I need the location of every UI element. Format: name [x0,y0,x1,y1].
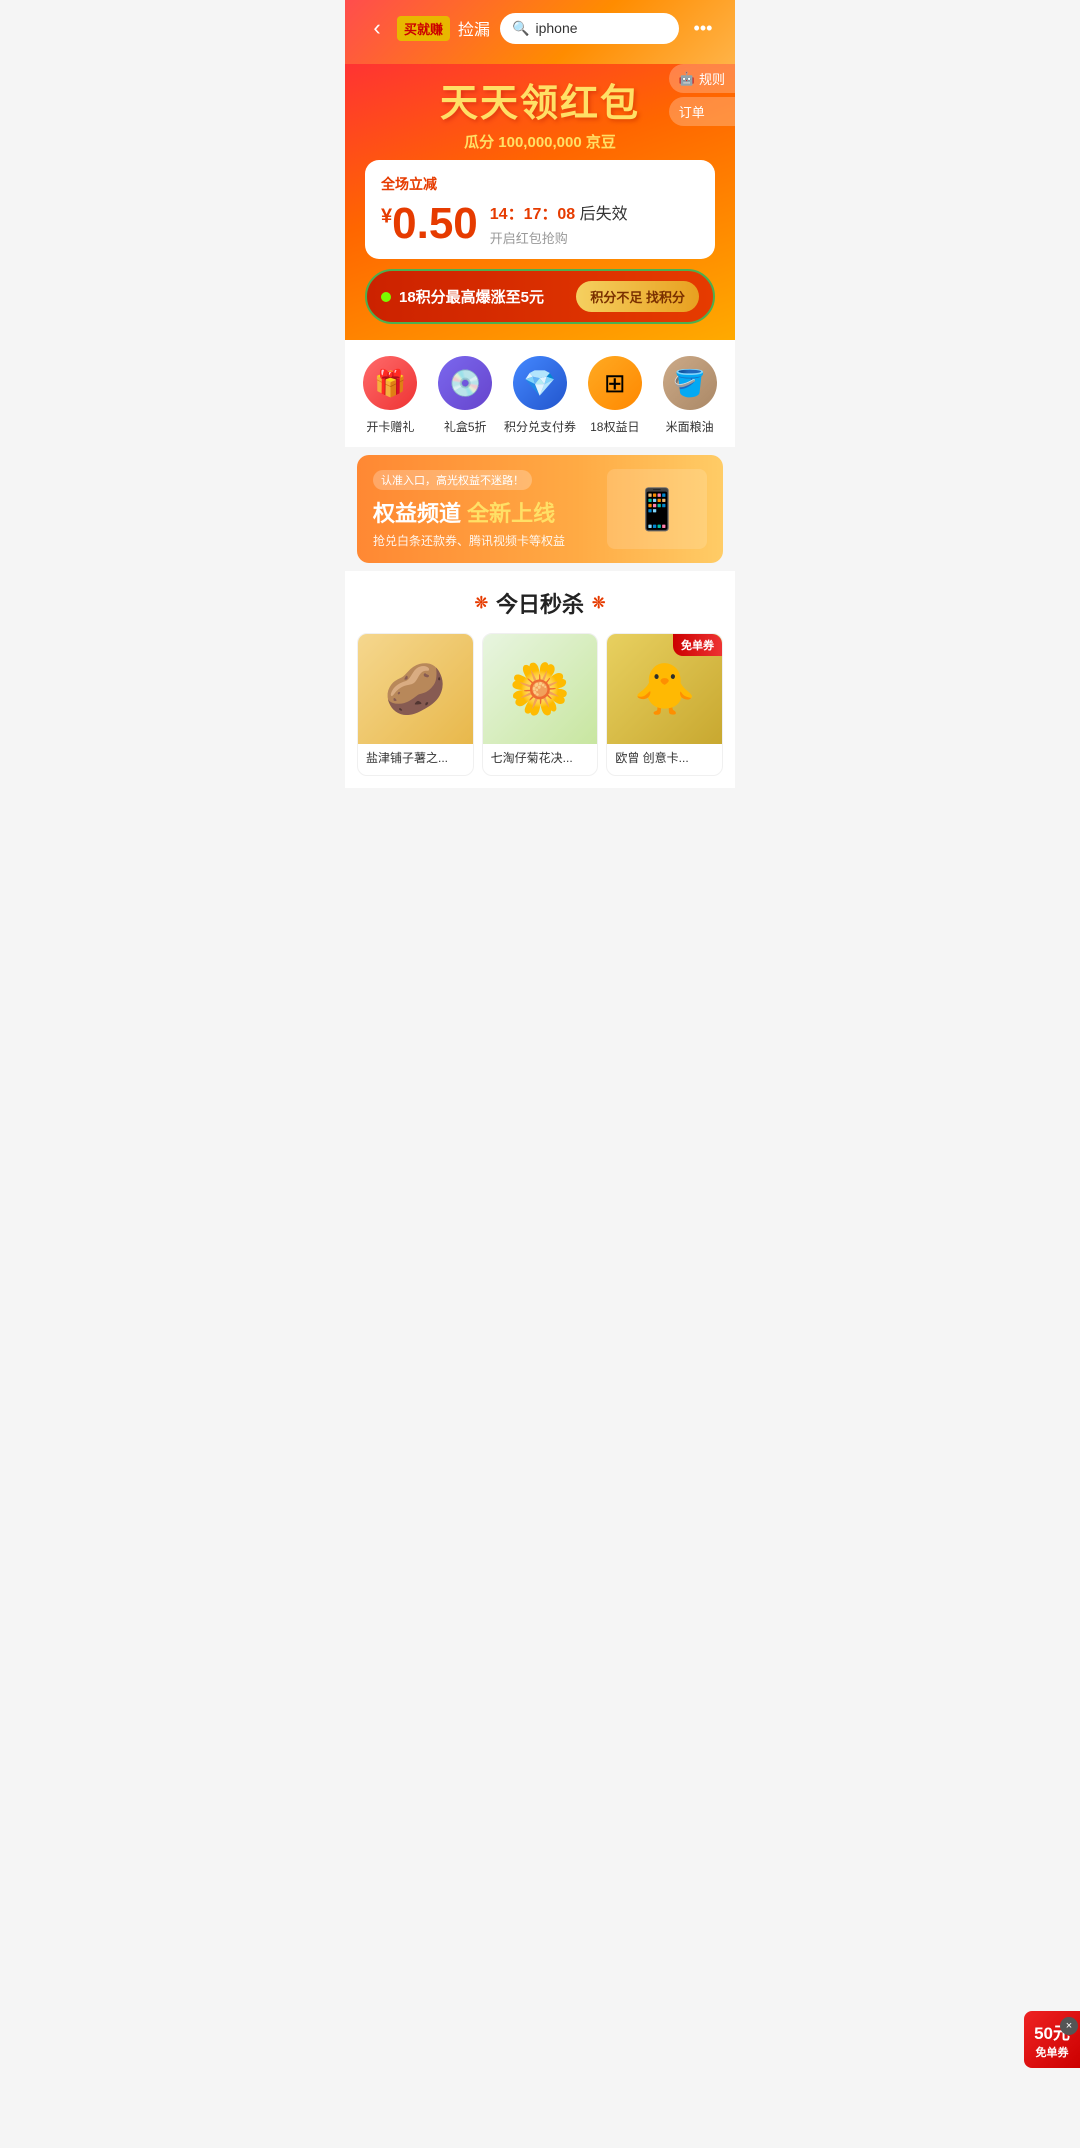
quick-icon-item-4[interactable]: 🪣 米面粮油 [655,356,725,435]
banner-main-title: 天天领红包 [361,72,719,127]
header-top: ‹ 买就赚 捡漏 🔍 iphone ••• [361,12,719,44]
more-button[interactable]: ••• [687,12,719,44]
floating-coupon-close[interactable]: × [1060,2017,1078,2035]
product-image-1: 🌼 [483,634,598,744]
benefits-day-icon: ⊞ [588,356,642,410]
free-coupon-badge: 免单券 [673,634,722,656]
product-name-2: 欧曾 创意卡... [607,744,722,775]
quick-icon-label-2: 积分兑支付券 [504,418,576,435]
points-dot [381,292,391,302]
deco-right: ❊ [592,593,605,613]
gift-box-icon: 💿 [438,356,492,410]
flash-sale-title: ❊ 今日秒杀 ❊ [357,587,723,619]
nav-text[interactable]: 捡漏 [458,16,490,40]
promo-tag: 认准入口，高光权益不迷路！ [373,470,532,490]
floating-coupon-label: 免单券 [1034,2044,1070,2060]
banner-area: 🤖 规则 订单 天天领红包 瓜分 100,000,000 京豆 全场立减 ¥0.… [345,64,735,340]
product-card-2[interactable]: 免单券 🐥 欧曾 创意卡... [606,633,723,776]
right-buttons: 🤖 规则 订单 [669,64,735,126]
points-find-button[interactable]: 积分不足 找积分 [576,281,699,312]
quick-icon-label-3: 18权益日 [590,418,639,435]
promo-image: 📱 [607,469,707,549]
deco-left: ❊ [475,593,488,613]
coupon-info: 14：17：08 后失效 开启红包抢购 [490,200,699,247]
quick-icon-item-1[interactable]: 💿 礼盒5折 [430,356,500,435]
header-nav: 买就赚 捡漏 [397,16,490,41]
quick-icon-label-1: 礼盒5折 [444,418,487,435]
product-name-1: 七淘仔菊花决... [483,744,598,775]
product-card-1[interactable]: 🌼 七淘仔菊花决... [482,633,599,776]
quick-icon-item-3[interactable]: ⊞ 18权益日 [580,356,650,435]
points-text: 18积分最高爆涨至5元 [399,286,544,307]
product-card-0[interactable]: 🥔 盐津铺子薯之... [357,633,474,776]
coupon-amount: ¥0.50 [381,202,478,246]
robot-icon: 🤖 [679,71,695,87]
quick-icons-bar: 🎁 开卡赠礼 💿 礼盒5折 💎 积分兑支付券 ⊞ 18权益日 🪣 米面粮油 [345,340,735,447]
product-name-0: 盐津铺子薯之... [358,744,473,775]
quick-icon-item-0[interactable]: 🎁 开卡赠礼 [355,356,425,435]
coupon-timer: 14：17：08 后失效 [490,200,699,224]
flash-sale-section: ❊ 今日秒杀 ❊ 🥔 盐津铺子薯之... 🌼 七淘仔菊花决... 免单券 🐥 欧… [345,571,735,788]
quick-icon-item-2[interactable]: 💎 积分兑支付券 [505,356,575,435]
back-button[interactable]: ‹ [361,12,393,44]
promo-banner[interactable]: 认准入口，高光权益不迷路！ 权益频道 全新上线 抢兑白条还款券、腾讯视频卡等权益… [357,455,723,563]
search-bar[interactable]: 🔍 iphone [500,13,679,44]
nav-logo[interactable]: 买就赚 [397,16,450,41]
search-icon: 🔍 [512,20,529,37]
quick-icon-label-4: 米面粮油 [666,418,714,435]
promo-title: 权益频道 全新上线 [373,496,607,528]
coupon-card: 全场立减 ¥0.50 14：17：08 后失效 开启红包抢购 [365,160,715,259]
coupon-desc: 开启红包抢购 [490,228,699,247]
coupon-row: ¥0.50 14：17：08 后失效 开启红包抢购 [381,200,699,247]
grain-oil-icon: 🪣 [663,356,717,410]
currency-symbol: ¥ [381,205,392,227]
search-input[interactable]: iphone [535,20,577,36]
coupon-label: 全场立减 [381,174,699,194]
promo-content: 认准入口，高光权益不迷路！ 权益频道 全新上线 抢兑白条还款券、腾讯视频卡等权益 [373,470,607,549]
gift-card-icon: 🎁 [363,356,417,410]
banner-subtitle: 瓜分 100,000,000 京豆 [361,131,719,152]
banner-title: 天天领红包 [361,64,719,131]
header: ‹ 买就赚 捡漏 🔍 iphone ••• [345,0,735,64]
points-exchange-icon: 💎 [513,356,567,410]
orders-button[interactable]: 订单 [669,97,735,126]
quick-icon-label-0: 开卡赠礼 [366,418,414,435]
products-grid: 🥔 盐津铺子薯之... 🌼 七淘仔菊花决... 免单券 🐥 欧曾 创意卡... [357,633,723,776]
rules-button[interactable]: 🤖 规则 [669,64,735,93]
promo-desc: 抢兑白条还款券、腾讯视频卡等权益 [373,532,607,549]
product-image-0: 🥔 [358,634,473,744]
points-banner[interactable]: 18积分最高爆涨至5元 积分不足 找积分 [365,269,715,324]
